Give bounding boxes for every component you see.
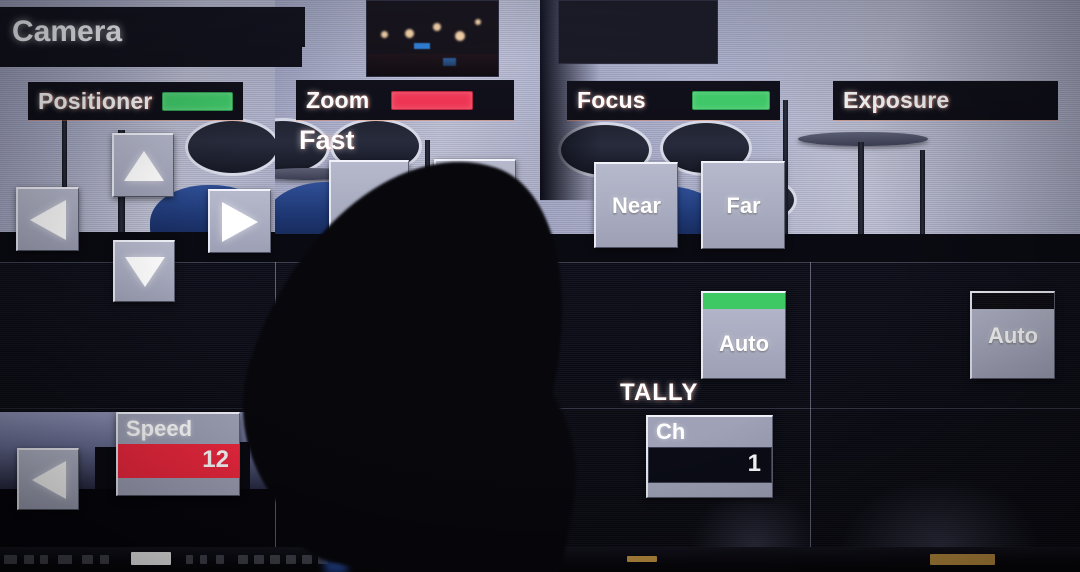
- positioner-left-button[interactable]: [16, 187, 79, 251]
- exposure-auto-state-indicator: [972, 293, 1054, 309]
- focus-auto-state-indicator: [703, 293, 785, 309]
- triangle-up-icon: [123, 150, 164, 181]
- focus-auto-button[interactable]: Auto: [701, 291, 786, 379]
- speed-decrease-button[interactable]: [17, 448, 79, 510]
- page-title-text-holder: Camera: [0, 7, 302, 57]
- exposure-title: Exposure: [843, 87, 950, 113]
- tally-channel-value: 1: [648, 447, 772, 483]
- focus-auto-label: Auto: [718, 330, 770, 356]
- speed-label: Speed: [126, 416, 193, 441]
- focus-far-button[interactable]: Far: [701, 161, 785, 249]
- focus-title: Focus: [577, 87, 646, 113]
- focus-near-label: Near: [612, 192, 661, 218]
- positioner-right-button[interactable]: [208, 189, 271, 253]
- tally-label: TALLY: [620, 379, 699, 406]
- positioner-status-led: [162, 91, 233, 111]
- tally-channel-box[interactable]: Ch 1: [646, 415, 773, 498]
- preview-monitor-1: [366, 0, 499, 77]
- exposure-panel-header: Exposure: [833, 81, 1058, 120]
- positioner-up-button[interactable]: [112, 133, 174, 197]
- zoom-speed-mode-label: Fast: [299, 125, 355, 155]
- preview-monitor-2: [558, 0, 718, 64]
- exposure-auto-button[interactable]: Auto: [970, 291, 1055, 379]
- focus-far-label: Far: [726, 192, 761, 218]
- focus-status-led: [691, 91, 770, 110]
- focus-panel-header: Focus: [567, 81, 780, 120]
- focus-near-button[interactable]: Near: [594, 162, 678, 248]
- triangle-left-icon: [30, 199, 66, 240]
- triangle-left-icon: [31, 460, 66, 499]
- zoom-title: Zoom: [306, 86, 370, 113]
- positioner-panel-header: Positioner: [28, 82, 243, 120]
- positioner-title: Positioner: [38, 87, 153, 114]
- zoom-panel-header: Zoom: [296, 80, 514, 120]
- tally-channel-label: Ch: [656, 419, 686, 444]
- triangle-right-icon: [222, 201, 258, 242]
- speed-value: 12: [118, 444, 239, 478]
- triangle-down-icon: [124, 256, 165, 287]
- positioner-down-button[interactable]: [113, 240, 175, 302]
- page-title-visible: Camera: [12, 15, 123, 48]
- speed-value-box[interactable]: Speed 12: [116, 412, 240, 496]
- camera-control-video-wall: Camera Camera Positioner: [0, 0, 1080, 572]
- zoom-status-led: [391, 90, 474, 110]
